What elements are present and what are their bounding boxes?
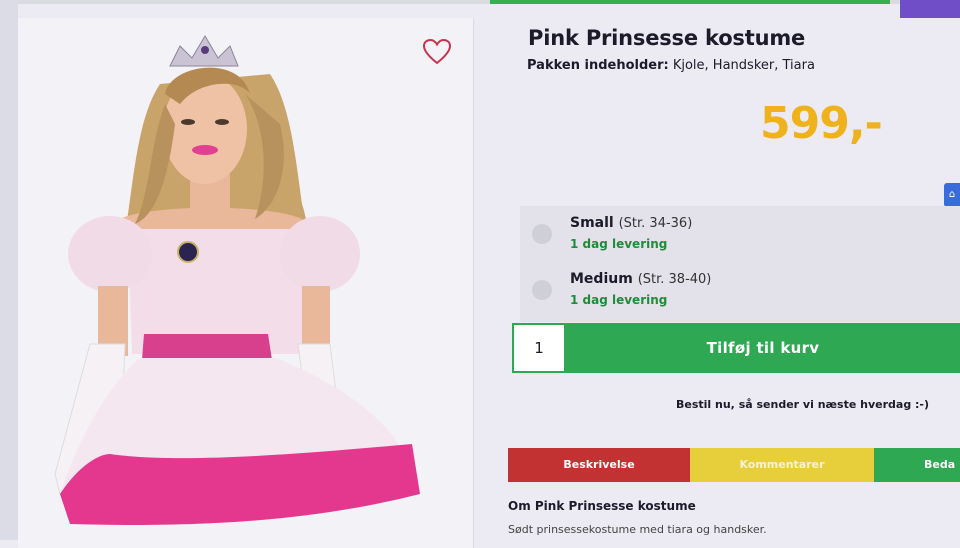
about-text: Sødt prinsessekostume med tiara og hands… <box>508 523 767 536</box>
package-contents: Pakken indeholder: Kjole, Handsker, Tiar… <box>527 58 815 73</box>
tab-kommentarer[interactable]: Kommentarer <box>690 448 874 482</box>
size-medium-name: Medium (Str. 38-40) <box>570 271 711 287</box>
size-medium-delivery: 1 dag levering <box>570 293 668 307</box>
size-medium-label: Medium <box>570 271 633 287</box>
shipping-note: Bestil nu, så sender vi næste hverdag :-… <box>676 398 930 411</box>
top-bar-purple-segment <box>900 0 960 18</box>
size-medium-range: (Str. 38-40) <box>637 272 712 287</box>
package-contents-value: Kjole, Handsker, Tiara <box>672 58 815 73</box>
package-contents-label: Pakken indeholder: <box>527 58 669 73</box>
left-edge-shadow <box>0 0 18 540</box>
size-medium-radio[interactable] <box>532 280 552 300</box>
size-option-medium[interactable]: Medium (Str. 38-40) 1 dag levering <box>520 262 960 322</box>
tab-beskrivelse[interactable]: Beskrivelse <box>508 448 690 482</box>
size-small-radio[interactable] <box>532 224 552 244</box>
product-title: Pink Prinsesse kostume <box>528 26 806 50</box>
product-price: 599,- <box>760 98 883 149</box>
size-small-delivery: 1 dag levering <box>570 237 668 251</box>
top-bar-green-segment <box>490 0 890 4</box>
payment-badge-icon: ⌂ <box>944 183 960 207</box>
favorite-heart-icon[interactable] <box>422 38 452 66</box>
quantity-input[interactable]: 1 <box>512 323 566 373</box>
size-option-small[interactable]: Small (Str. 34-36) 1 dag levering <box>520 206 960 266</box>
tab-bedommelser[interactable]: Beda <box>874 448 960 482</box>
size-small-label: Small <box>570 215 614 231</box>
about-title: Om Pink Prinsesse kostume <box>508 499 696 513</box>
size-small-name: Small (Str. 34-36) <box>570 215 692 231</box>
size-small-range: (Str. 34-36) <box>618 216 693 231</box>
product-photo[interactable] <box>40 24 440 540</box>
add-to-cart-button[interactable]: Tilføj til kurv <box>566 323 960 373</box>
top-color-bar <box>0 0 960 18</box>
